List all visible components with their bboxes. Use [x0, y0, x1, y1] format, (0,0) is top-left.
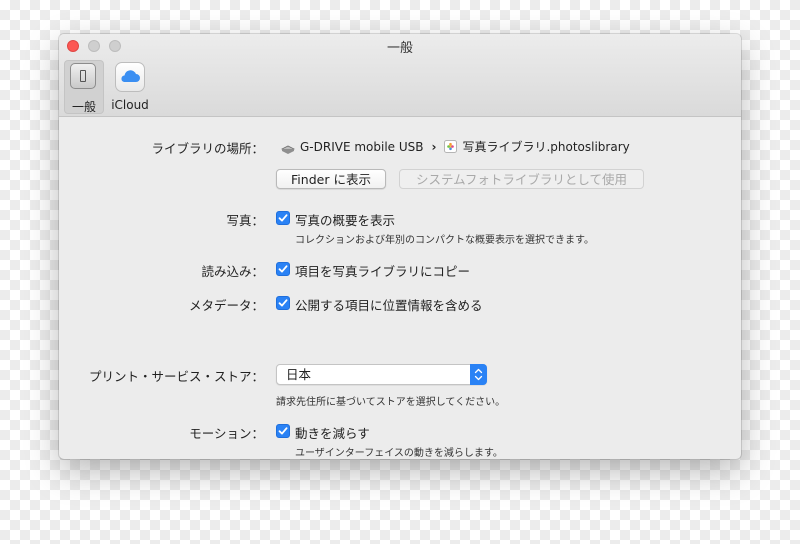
toolbar-tab-general[interactable]: 一般 — [64, 60, 104, 114]
motion-label: モーション： — [189, 426, 264, 441]
print-store-label: プリント・サービス・ストア： — [88, 369, 264, 384]
library-name: 写真ライブラリ.photoslibrary — [462, 140, 630, 154]
metadata-label: メタデータ： — [188, 298, 264, 313]
preferences-window: 一般 一般 iCloud ライブラリの場所： G-DRIVE mobile US… — [59, 34, 741, 459]
summarize-photos-description: コレクションおよび年別のコンパクトな概要表示を選択できます。 — [295, 235, 594, 246]
toolbar-tab-label: iCloud — [111, 98, 149, 112]
summarize-photos-label: 写真の概要を表示 — [295, 213, 396, 228]
library-location-label: ライブラリの場所： — [151, 141, 264, 156]
toolbar-tab-icloud[interactable]: iCloud — [109, 60, 151, 114]
icloud-icon — [115, 62, 145, 92]
copy-to-library-label: 項目を写真ライブラリにコピー — [295, 264, 471, 279]
toolbar-tab-label: 一般 — [71, 100, 96, 114]
copy-to-library-checkbox[interactable] — [276, 262, 290, 276]
summarize-photos-checkbox[interactable] — [276, 211, 290, 225]
reduce-motion-label: 動きを減らす — [295, 426, 370, 441]
checkmark-icon — [278, 214, 288, 222]
library-path: G-DRIVE mobile USB › 写真ライブラリ.photoslibra… — [281, 138, 630, 155]
show-in-finder-button[interactable]: Finder に表示 — [276, 169, 386, 189]
drive-name: G-DRIVE mobile USB — [300, 139, 424, 154]
photos-label: 写真： — [226, 213, 264, 228]
import-label: 読み込み： — [201, 264, 264, 279]
titlebar: 一般 一般 iCloud — [59, 34, 741, 117]
path-separator: › — [431, 139, 437, 154]
reduce-motion-checkbox[interactable] — [276, 424, 290, 438]
print-store-description: 請求先住所に基づいてストアを選択してください。 — [276, 397, 506, 408]
checkmark-icon — [278, 299, 288, 307]
include-location-label: 公開する項目に位置情報を含める — [295, 298, 483, 313]
checkmark-icon — [278, 265, 288, 273]
print-store-value: 日本 — [286, 367, 312, 382]
photos-library-icon — [444, 140, 458, 153]
general-switch-icon — [70, 63, 96, 89]
include-location-checkbox[interactable] — [276, 296, 290, 310]
use-as-system-library-button[interactable]: システムフォトライブラリとして使用 — [399, 169, 644, 189]
chevron-updown-icon — [470, 364, 487, 385]
checkmark-icon — [278, 427, 288, 435]
reduce-motion-description: ユーザインターフェイスの動きを減らします。 — [295, 448, 503, 459]
window-title: 一般 — [386, 41, 413, 56]
general-pane: ライブラリの場所： G-DRIVE mobile USB › 写真ライブラリ.p… — [59, 117, 741, 459]
external-drive-icon — [281, 143, 295, 154]
print-store-select[interactable]: 日本 — [276, 364, 487, 385]
